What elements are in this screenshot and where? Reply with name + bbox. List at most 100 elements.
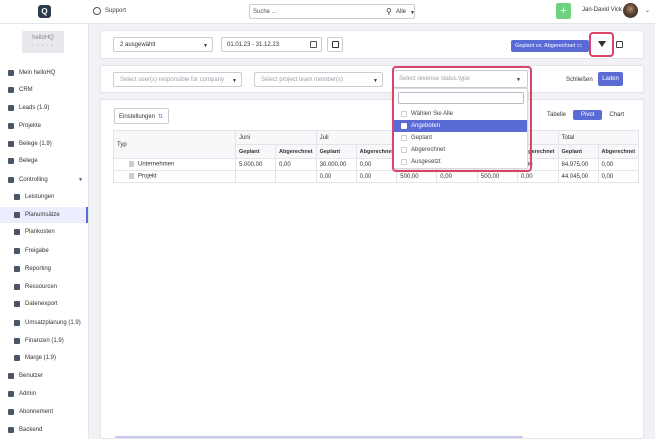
month-header: Total: [557, 130, 640, 145]
revenue-status-placeholder: Select revenue status type: [399, 76, 470, 82]
avatar[interactable]: [623, 3, 638, 18]
leads-icon: [8, 105, 14, 111]
receipt-icon: [8, 141, 14, 147]
table-cell: 0,00: [355, 170, 398, 183]
sidebar-item-0[interactable]: Mein helloHQ: [0, 65, 88, 81]
load-button[interactable]: Laden: [598, 72, 623, 86]
team-member-placeholder: Select project team member(s): [261, 77, 344, 83]
checkbox[interactable]: [401, 111, 407, 117]
selection-value: 2 ausgewählt: [120, 42, 156, 48]
sidebar-item-label: Belege: [19, 158, 38, 164]
sidebar-item-2[interactable]: Leads (1.9): [0, 100, 88, 116]
sidebar-item-4[interactable]: Belege (1.9): [0, 136, 88, 152]
revenue-status-option[interactable]: Angeboten: [394, 120, 527, 132]
view-mode-badge[interactable]: Geplant vs. Abgerechnet ▭: [511, 40, 589, 52]
team-member-select[interactable]: Select project team member(s) ▼: [254, 72, 383, 87]
user-name[interactable]: Jan-David Vick: [582, 7, 622, 13]
sidebar-item-1[interactable]: CRM: [0, 82, 88, 98]
chevron-down-icon: ▼: [232, 78, 237, 84]
table-cell: 5.000,00: [235, 158, 276, 171]
search-icon[interactable]: ⚲: [386, 8, 392, 16]
sidebar-item-20[interactable]: Backend: [0, 422, 88, 438]
checkbox[interactable]: [401, 147, 407, 153]
sidebar-item-label: CRM: [19, 87, 33, 93]
sidebar-item-19[interactable]: Abonnement: [0, 404, 88, 420]
backend-icon: [8, 427, 14, 433]
sidebar-item-label: Ressourcen: [25, 284, 58, 290]
brand-logo[interactable]: helloHQ ● ● ● ● ●: [22, 31, 64, 53]
revenue-status-search-input[interactable]: [398, 92, 524, 104]
revenue-status-option[interactable]: Wählen Sie Alle: [394, 108, 527, 120]
checkbox[interactable]: [401, 123, 407, 129]
sidebar-item-7[interactable]: Leistungen: [0, 189, 88, 205]
sidebar-item-5[interactable]: Belege: [0, 153, 88, 169]
sidebar-item-label: Backend: [19, 427, 43, 433]
settings-label: Einstellungen: [119, 114, 156, 120]
date-range-value: 01.01.23 - 31.12.23: [227, 42, 280, 48]
global-search[interactable]: Suche ... ⚲ Alle ▼: [249, 4, 415, 19]
sidebar-item-9[interactable]: Plankosten: [0, 224, 88, 240]
sidebar-item-13[interactable]: Datenexport: [0, 296, 88, 312]
resources-icon: [14, 284, 20, 290]
chevron-down-icon: ▼: [516, 77, 521, 83]
option-label: Abgerechnet: [411, 147, 446, 153]
sidebar-item-15[interactable]: Finanzen (1.9): [0, 333, 88, 349]
sidebar-item-label: Marge (1.9): [25, 355, 57, 361]
calendar-button[interactable]: [327, 37, 343, 52]
sidebar-item-16[interactable]: Marge (1.9): [0, 350, 88, 366]
tab-tabelle[interactable]: Tabelle: [543, 110, 570, 120]
checkbox[interactable]: [401, 135, 407, 141]
revenue-status-select[interactable]: Select revenue status type ▼: [393, 70, 528, 88]
top-bar: Q Support Suche ... ⚲ Alle ▼ + Jan-David…: [0, 0, 655, 24]
search-scope-select[interactable]: Alle: [396, 9, 406, 15]
sidebar-item-10[interactable]: Freigabe: [0, 243, 88, 259]
sidebar-item-14[interactable]: Umsatzplanung (1.9): [0, 315, 88, 331]
settings-button[interactable]: Einstellungen ⇅: [114, 108, 169, 124]
filter-toggle-button[interactable]: [589, 32, 614, 57]
controlling-icon: [8, 177, 14, 183]
responsible-user-select[interactable]: Select user(s) responsible for company ▼: [113, 72, 242, 87]
wrench-icon: [8, 391, 14, 397]
table-cell: 0,00: [275, 158, 317, 171]
sidebar-item-18[interactable]: Admin: [0, 386, 88, 402]
support-link[interactable]: Support: [93, 7, 126, 15]
checkbox[interactable]: [401, 159, 407, 165]
chevron-down-icon: ▼: [78, 177, 83, 183]
close-filters-button[interactable]: Schließen: [566, 77, 593, 83]
subscription-icon: [8, 409, 14, 415]
month-header: Juli: [315, 130, 398, 145]
filter-icon: [598, 41, 606, 47]
sidebar-item-label: Umsatzplanung (1.9): [25, 320, 81, 326]
export-icon: [14, 301, 20, 307]
sidebar-item-12[interactable]: Ressourcen: [0, 279, 88, 295]
app-logo[interactable]: Q: [38, 5, 51, 18]
chart-line-icon: [14, 212, 20, 218]
chart-line-icon: [14, 266, 20, 272]
sidebar-item-label: Admin: [19, 391, 37, 397]
sidebar-item-11[interactable]: Reporting: [0, 261, 88, 277]
sidebar-item-17[interactable]: Benutzer: [0, 368, 88, 384]
add-button[interactable]: +: [556, 3, 571, 19]
sidebar-item-label: Controlling: [19, 177, 48, 183]
horizontal-scrollbar[interactable]: [115, 436, 523, 438]
sidebar-item-3[interactable]: Projekte: [0, 118, 88, 134]
user-menu-chevron-icon[interactable]: ⌄: [645, 7, 650, 14]
tab-pivot[interactable]: Pivot: [573, 110, 603, 120]
revenue-status-option[interactable]: Abgerechnet: [394, 144, 527, 156]
sidebar-item-8[interactable]: Planumsätze: [0, 207, 88, 223]
revenue-status-option[interactable]: Ausgesetzt: [394, 156, 527, 168]
date-range-input[interactable]: 01.01.23 - 31.12.23: [221, 37, 322, 52]
sidebar-item-label: Abonnement: [19, 409, 54, 415]
planned-header: Geplant: [235, 144, 276, 159]
tab-chart[interactable]: Chart: [605, 110, 628, 120]
sidebar-item-6[interactable]: Controlling ▼: [0, 172, 88, 188]
revenue-status-option[interactable]: Geplant: [394, 132, 527, 144]
selection-select[interactable]: 2 ausgewählt ▼: [113, 37, 213, 52]
users-icon: [8, 373, 14, 379]
chart-line-icon: [14, 229, 20, 235]
external-link-icon[interactable]: [616, 41, 623, 48]
sidebar-item-label: Leistungen: [25, 194, 55, 200]
search-input[interactable]: Suche ...: [253, 9, 277, 15]
flag-icon: [14, 248, 20, 254]
calendar-icon: [332, 41, 339, 48]
